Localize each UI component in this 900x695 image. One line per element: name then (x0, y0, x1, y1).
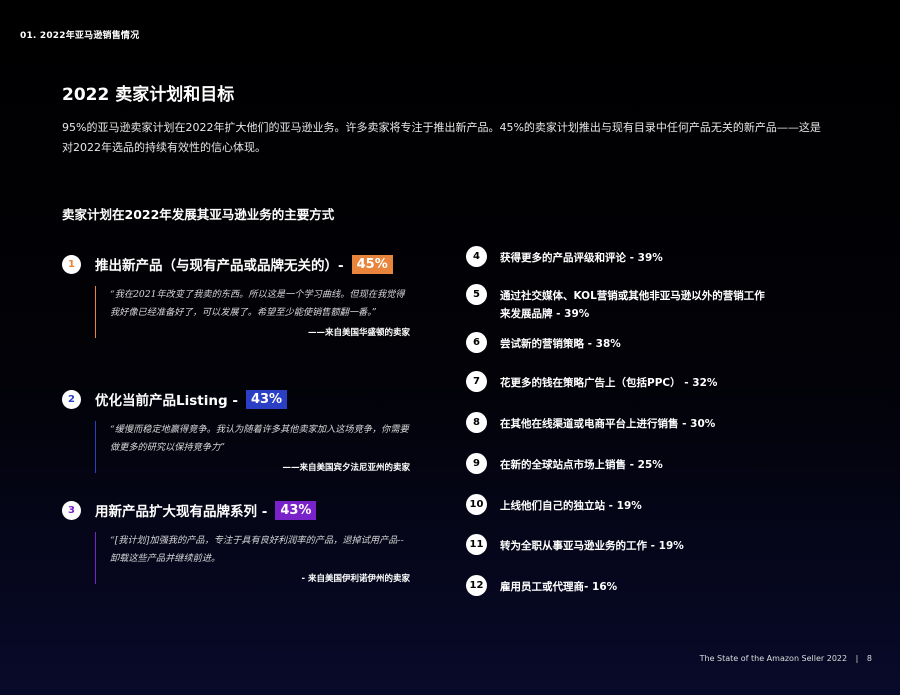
quote-attribution: ——来自美国宾夕法尼亚州的卖家 (282, 463, 410, 473)
page-title: 2022 卖家计划和目标 (62, 85, 235, 105)
list-item-text: 花更多的钱在策略广告上（包括PPC） - 32% (500, 377, 718, 389)
number-badge: 1 (62, 254, 81, 274)
featured-item-text: 推出新产品（与现有产品或品牌无关的）- (95, 258, 344, 274)
quote-attribution: - 来自美国伊利诺伊州的卖家 (301, 574, 411, 584)
section-label: 01. 2022年亚马逊销售情况 (20, 31, 140, 41)
list-item: 7 花更多的钱在策略广告上（包括PPC） - 32% (466, 371, 717, 392)
footer-report-title: The State of the Amazon Seller 2022 (699, 654, 848, 663)
footer: The State of the Amazon Seller 2022 | 8 (700, 654, 872, 663)
number-badge: 12 (466, 575, 487, 596)
quote-text: “缓慢而稳定地赢得竞争。我认为随着许多其他卖家加入这场竞争，你需要做更多的研究以… (110, 424, 409, 453)
list-item-text-line: 通过社交媒体、KOL营销或其他非亚马逊以外的营销工作 (500, 290, 765, 302)
featured-item-1: 1 推出新产品（与现有产品或品牌无关的）- 45% “我在2021年改变了我卖的… (62, 252, 422, 338)
number-badge: 5 (466, 284, 487, 305)
list-item: 8 在其他在线渠道或电商平台上进行销售 - 30% (466, 412, 715, 433)
list-item: 10 上线他们自己的独立站 - 19% (466, 494, 642, 515)
section-subhead: 卖家计划在2022年发展其亚马逊业务的主要方式 (62, 207, 335, 222)
page-number: 8 (866, 654, 872, 663)
number-badge: 10 (466, 494, 487, 515)
list-item-text-line: 来发展品牌 - 39% (500, 308, 590, 320)
percent-badge: 45% (351, 254, 393, 274)
number-badge: 4 (466, 246, 487, 267)
list-item-text: 尝试新的营销策略 - 38% (500, 338, 621, 350)
quote-block: “缓慢而稳定地赢得竞争。我认为随着许多其他卖家加入这场竞争，你需要做更多的研究以… (95, 421, 410, 473)
list-item-text: 在其他在线渠道或电商平台上进行销售 - 30% (500, 418, 716, 430)
percent-badge: 43% (245, 389, 288, 409)
list-item: 5 通过社交媒体、KOL营销或其他非亚马逊以外的营销工作 来发展品牌 - 39% (466, 284, 765, 323)
featured-item-2: 2 优化当前产品Listing - 43% “缓慢而稳定地赢得竞争。我认为随着许… (62, 387, 422, 473)
number-badge: 7 (466, 371, 487, 392)
list-item-text: 通过社交媒体、KOL营销或其他非亚马逊以外的营销工作 来发展品牌 - 39% (500, 287, 765, 323)
number-badge: 2 (62, 389, 81, 409)
quote-attribution: ——来自美国华盛顿的卖家 (307, 328, 410, 338)
quote-block: “我在2021年改变了我卖的东西。所以这是一个学习曲线。但现在我觉得我好像已经准… (95, 286, 410, 338)
footer-separator: | (855, 654, 859, 663)
list-item: 9 在新的全球站点市场上销售 - 25% (466, 453, 663, 474)
list-item: 6 尝试新的营销策略 - 38% (466, 332, 621, 353)
featured-item-3: 3 用新产品扩大现有品牌系列 - 43% “[我计划]加强我的产品，专注于具有良… (62, 498, 422, 584)
list-item-text: 获得更多的产品评级和评论 - 39% (500, 252, 663, 264)
number-badge: 8 (466, 412, 487, 433)
featured-item-text: 用新产品扩大现有品牌系列 - (95, 504, 268, 520)
number-badge: 3 (62, 500, 81, 520)
list-item-text: 雇用员工或代理商- 16% (500, 581, 618, 593)
list-item: 12 雇用员工或代理商- 16% (466, 575, 617, 596)
quote-text: “[我计划]加强我的产品，专注于具有良好利润率的产品，退掉试用产品--卸载这些产… (110, 535, 404, 564)
featured-item-text: 优化当前产品Listing - (95, 393, 238, 409)
percent-badge: 43% (275, 500, 317, 520)
list-item: 4 获得更多的产品评级和评论 - 39% (466, 246, 663, 267)
list-item-text: 在新的全球站点市场上销售 - 25% (500, 459, 663, 471)
list-item-text: 上线他们自己的独立站 - 19% (500, 500, 642, 512)
number-badge: 6 (466, 332, 487, 353)
list-item: 11 转为全职从事亚马逊业务的工作 - 19% (466, 534, 684, 555)
quote-block: “[我计划]加强我的产品，专注于具有良好利润率的产品，退掉试用产品--卸载这些产… (95, 532, 410, 584)
number-badge: 11 (466, 534, 487, 555)
intro-paragraph: 95%的亚马逊卖家计划在2022年扩大他们的亚马逊业务。许多卖家将专注于推出新产… (62, 121, 821, 154)
quote-text: “我在2021年改变了我卖的东西。所以这是一个学习曲线。但现在我觉得我好像已经准… (110, 289, 405, 318)
number-badge: 9 (466, 453, 487, 474)
list-item-text: 转为全职从事亚马逊业务的工作 - 19% (500, 540, 684, 552)
